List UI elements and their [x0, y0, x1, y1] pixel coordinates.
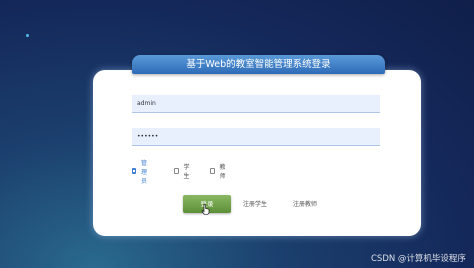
checkbox-icon[interactable]: [174, 168, 179, 174]
checkbox-icon[interactable]: [210, 168, 215, 174]
page-title: 基于Web的教室智能管理系统登录: [132, 55, 385, 74]
register-teacher-link[interactable]: 注册教师: [293, 199, 317, 208]
checkbox-checked-icon[interactable]: [132, 168, 136, 174]
register-student-link[interactable]: 注册学生: [243, 199, 267, 208]
username-input[interactable]: [132, 95, 380, 113]
decorative-dot: [26, 34, 29, 37]
role-label-admin: 管理员: [141, 159, 148, 185]
role-option-teacher[interactable]: 教师: [210, 164, 227, 180]
pointer-cursor-icon: [201, 204, 210, 215]
password-field[interactable]: [132, 128, 380, 146]
role-label-teacher: 教师: [219, 164, 226, 180]
watermark: CSDN @计算机毕设程序: [371, 254, 466, 264]
role-label-student: 学生: [183, 164, 190, 180]
role-option-admin[interactable]: 管理员: [132, 160, 149, 185]
role-option-student[interactable]: 学生: [174, 164, 191, 180]
